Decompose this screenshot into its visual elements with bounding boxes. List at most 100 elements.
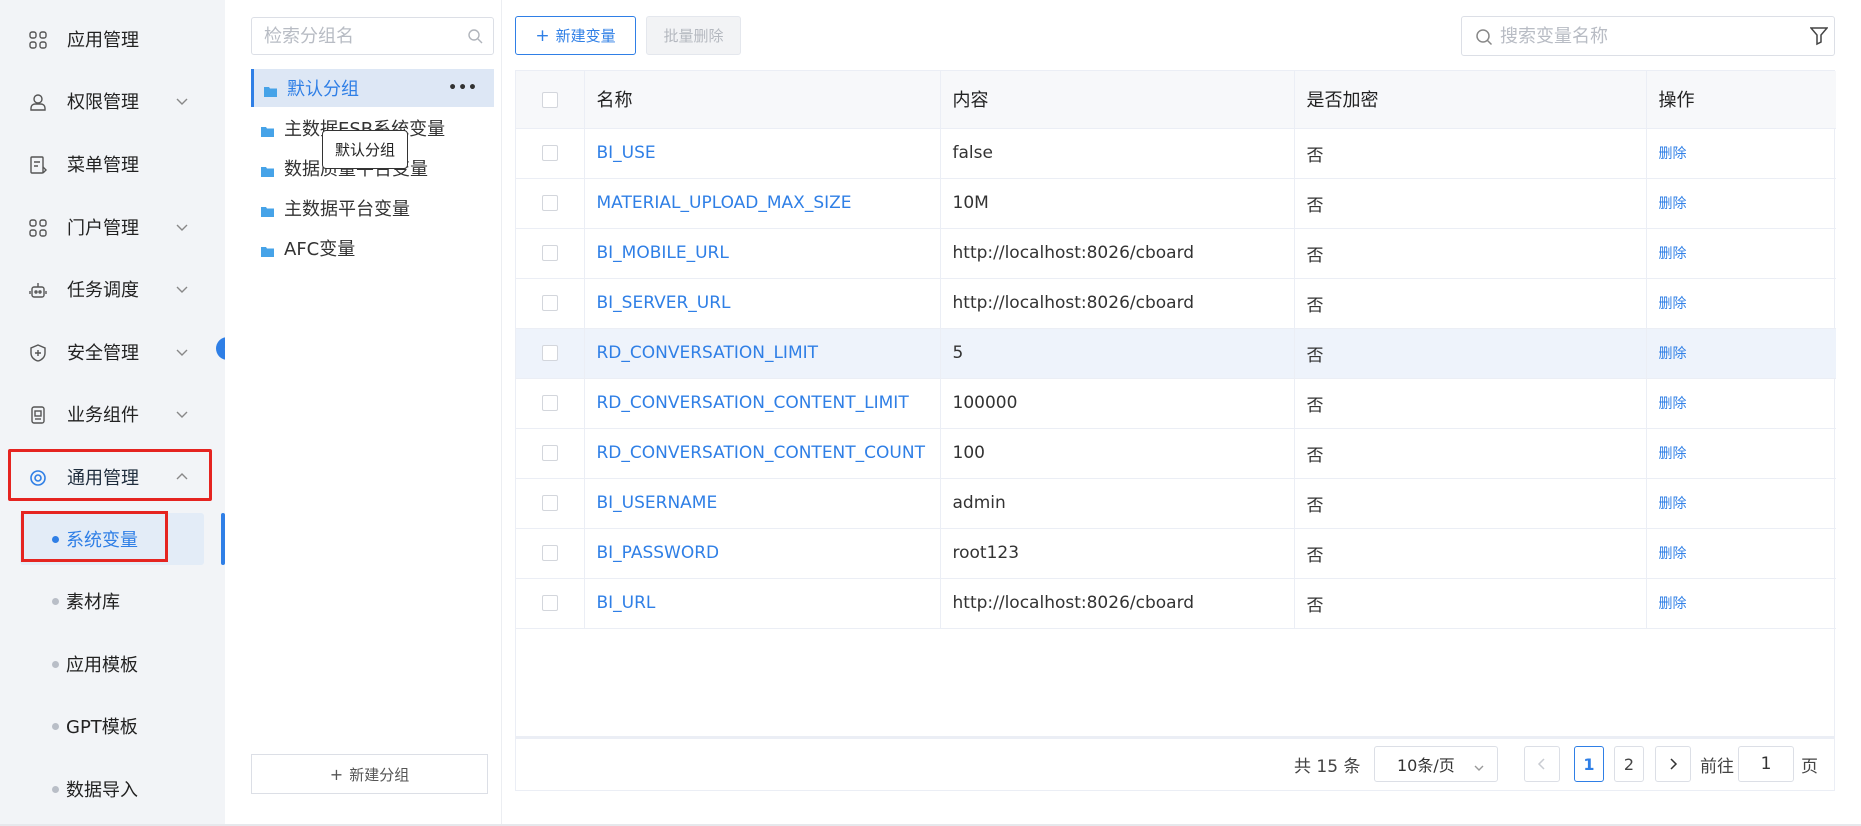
delete-link[interactable]: 删除 xyxy=(1646,328,1836,379)
row-checkbox[interactable] xyxy=(541,345,558,361)
variable-content: http://localhost:8026/cboard xyxy=(940,578,1295,629)
variable-name-link[interactable]: BI_USE xyxy=(584,128,941,179)
settings-circle-icon xyxy=(28,468,48,488)
next-page-button[interactable] xyxy=(1655,746,1691,782)
row-checkbox[interactable] xyxy=(541,195,558,211)
shield-icon xyxy=(28,343,48,363)
bullet-dot xyxy=(52,722,59,730)
select-all-cell[interactable] xyxy=(516,71,585,129)
folder-icon xyxy=(261,242,274,257)
goto-prefix: 前往 xyxy=(1700,757,1734,777)
sidebar-item-security-management[interactable]: 安全管理 xyxy=(10,326,210,378)
delete-link[interactable]: 删除 xyxy=(1646,278,1836,329)
variable-encrypted: 否 xyxy=(1294,378,1647,429)
page-1-button[interactable]: 1 xyxy=(1574,746,1604,782)
sidebar-subitem-label: 系统变量 xyxy=(66,530,138,551)
delete-link[interactable]: 删除 xyxy=(1646,528,1836,579)
row-checkbox[interactable] xyxy=(541,545,558,561)
chevron-up-icon xyxy=(175,469,191,485)
variable-content: http://localhost:8026/cboard xyxy=(940,278,1295,329)
sidebar-item-label: 门户管理 xyxy=(67,218,139,239)
page-size-select[interactable]: 10条/页 xyxy=(1374,746,1498,782)
delete-link[interactable]: 删除 xyxy=(1646,128,1836,179)
variable-name-link[interactable]: BI_SERVER_URL xyxy=(584,278,941,329)
variables-table: 名称 内容 是否加密 操作 BI_USE false 否 删除 MATERIAL… xyxy=(515,70,1836,737)
sidebar-item-permission-management[interactable]: 权限管理 xyxy=(10,75,210,127)
variable-content: 100 xyxy=(940,428,1295,479)
row-checkbox[interactable] xyxy=(541,395,558,411)
apps-grid-icon xyxy=(28,30,48,50)
filter-icon[interactable] xyxy=(1809,26,1829,46)
new-group-button[interactable]: + 新建分组 xyxy=(251,754,488,794)
goto-page-input[interactable] xyxy=(1738,746,1794,782)
delete-link[interactable]: 删除 xyxy=(1646,478,1836,529)
table-row: RD_CONVERSATION_LIMIT 5 否 删除 xyxy=(516,328,1836,379)
folder-icon xyxy=(261,202,274,217)
variable-encrypted: 否 xyxy=(1294,478,1647,529)
variable-content: http://localhost:8026/cboard xyxy=(940,228,1295,279)
variable-name-link[interactable]: BI_URL xyxy=(584,578,941,629)
group-search-input[interactable] xyxy=(264,25,464,47)
variable-encrypted: 否 xyxy=(1294,328,1647,379)
variable-search-box[interactable] xyxy=(1461,16,1835,56)
sidebar-item-label: 任务调度 xyxy=(67,280,139,301)
row-checkbox[interactable] xyxy=(541,295,558,311)
variable-name-link[interactable]: MATERIAL_UPLOAD_MAX_SIZE xyxy=(584,178,941,229)
delete-link[interactable]: 删除 xyxy=(1646,428,1836,479)
group-item-label: AFC变量 xyxy=(284,239,356,260)
delete-link[interactable]: 删除 xyxy=(1646,578,1836,629)
sidebar-subitem-system-variables[interactable]: 系统变量 xyxy=(20,513,204,565)
sidebar-subitem-label: 应用模板 xyxy=(66,655,138,676)
sidebar-subitem-gpt-templates[interactable]: GPT模板 xyxy=(20,700,204,752)
delete-link[interactable]: 删除 xyxy=(1646,378,1836,429)
table-header-row: 名称 内容 是否加密 操作 xyxy=(516,71,1836,129)
variable-content: 100000 xyxy=(940,378,1295,429)
row-checkbox[interactable] xyxy=(541,145,558,161)
variable-encrypted: 否 xyxy=(1294,178,1647,229)
row-checkbox[interactable] xyxy=(541,245,558,261)
chevron-down-icon xyxy=(175,219,191,235)
chevron-down-icon xyxy=(1473,759,1485,771)
sidebar-item-label: 安全管理 xyxy=(67,343,139,364)
more-actions-icon[interactable]: ••• xyxy=(448,81,478,95)
sidebar-item-portal-management[interactable]: 门户管理 xyxy=(10,201,210,253)
variable-encrypted: 否 xyxy=(1294,578,1647,629)
group-item-default[interactable]: 默认分组 ••• xyxy=(251,69,494,107)
row-checkbox[interactable] xyxy=(541,595,558,611)
variable-name-link[interactable]: RD_CONVERSATION_CONTENT_COUNT xyxy=(584,428,941,479)
variable-name-link[interactable]: BI_MOBILE_URL xyxy=(584,228,941,279)
table-row: BI_USE false 否 删除 xyxy=(516,128,1836,179)
table-row: BI_MOBILE_URL http://localhost:8026/cboa… xyxy=(516,228,1836,279)
sidebar-subitem-data-import[interactable]: 数据导入 xyxy=(20,763,204,815)
sidebar-item-menu-management[interactable]: 菜单管理 xyxy=(10,138,210,190)
sidebar-item-general-management[interactable]: 通用管理 xyxy=(10,451,210,503)
delete-link[interactable]: 删除 xyxy=(1646,228,1836,279)
sidebar-subitem-label: 数据导入 xyxy=(66,780,138,801)
batch-delete-button[interactable]: 批量删除 xyxy=(646,16,741,55)
new-variable-button[interactable]: + 新建变量 xyxy=(515,16,636,55)
prev-page-button[interactable] xyxy=(1524,746,1560,782)
row-checkbox[interactable] xyxy=(541,495,558,511)
sidebar-item-business-components[interactable]: 业务组件 xyxy=(10,388,210,440)
column-header-name: 名称 xyxy=(584,71,941,129)
sidebar-item-app-management[interactable]: 应用管理 xyxy=(10,13,210,65)
plus-icon: + xyxy=(329,764,344,784)
page-2-button[interactable]: 2 xyxy=(1614,746,1644,782)
variable-name-link[interactable]: BI_USERNAME xyxy=(584,478,941,529)
group-item-afc[interactable]: AFC变量 xyxy=(251,229,494,267)
group-item-master-data[interactable]: 主数据平台变量 xyxy=(251,189,494,227)
sidebar-subitem-app-templates[interactable]: 应用模板 xyxy=(20,638,204,690)
variable-name-link[interactable]: RD_CONVERSATION_LIMIT xyxy=(584,328,941,379)
sidebar-subitem-material-library[interactable]: 素材库 xyxy=(20,575,204,627)
bullet-dot xyxy=(52,535,59,543)
delete-link[interactable]: 删除 xyxy=(1646,178,1836,229)
select-all-checkbox[interactable] xyxy=(541,91,558,108)
variable-name-link[interactable]: BI_PASSWORD xyxy=(584,528,941,579)
variable-encrypted: 否 xyxy=(1294,128,1647,179)
table-row: BI_USERNAME admin 否 删除 xyxy=(516,478,1836,529)
row-checkbox[interactable] xyxy=(541,445,558,461)
sidebar-item-task-scheduling[interactable]: 任务调度 xyxy=(10,263,210,315)
group-search-box[interactable] xyxy=(251,17,494,55)
variable-name-link[interactable]: RD_CONVERSATION_CONTENT_LIMIT xyxy=(584,378,941,429)
variable-search-input[interactable] xyxy=(1500,25,1800,47)
